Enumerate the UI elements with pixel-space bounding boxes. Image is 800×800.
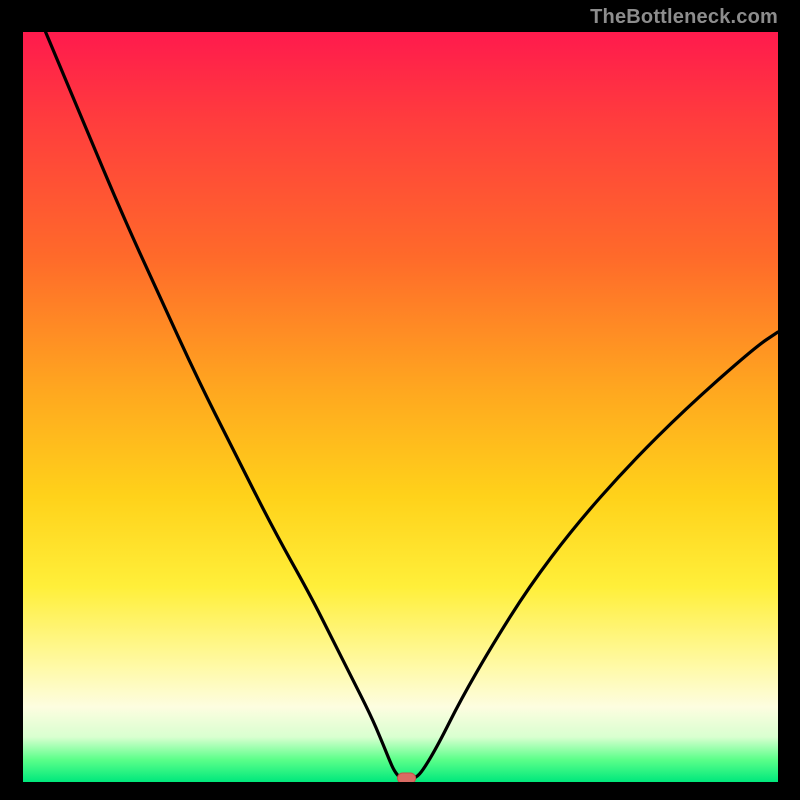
watermark-text: TheBottleneck.com bbox=[590, 6, 778, 29]
plot-area bbox=[23, 32, 778, 782]
chart-svg bbox=[23, 32, 778, 782]
optimal-marker bbox=[398, 773, 416, 782]
bottleneck-curve bbox=[46, 32, 778, 778]
chart-frame: TheBottleneck.com bbox=[0, 0, 800, 800]
